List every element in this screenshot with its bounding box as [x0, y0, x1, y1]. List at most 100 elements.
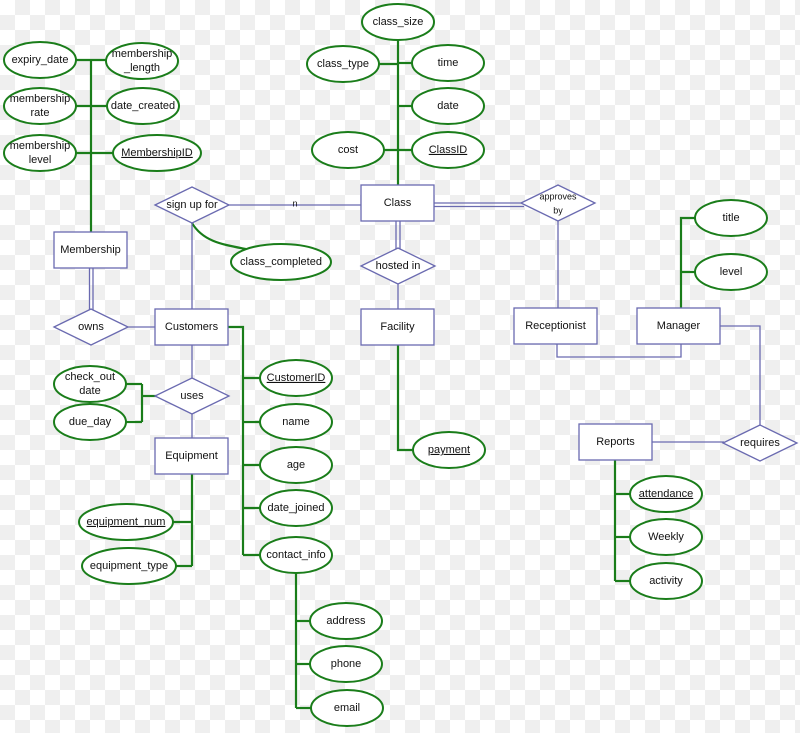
attribute-attendance[interactable]: attendance [629, 475, 703, 513]
attribute-equipment-type[interactable]: equipment_type [81, 547, 177, 585]
label: Class [384, 197, 412, 209]
label: class_completed [240, 256, 322, 268]
label: due_day [69, 416, 112, 428]
relationship-approves-by[interactable]: approves by [519, 184, 597, 222]
label: Receptionist [525, 320, 586, 332]
label: date_joined [268, 502, 325, 514]
attribute-membership-id[interactable]: MembershipID [112, 134, 202, 172]
label: payment [428, 444, 470, 456]
label: requires [740, 437, 780, 449]
label: contact_info [266, 549, 325, 561]
label: date [437, 100, 458, 112]
entity-reports[interactable]: Reports [578, 423, 653, 461]
label: uses [180, 390, 204, 402]
label: membership [10, 93, 71, 105]
nodes: n Membership Customers Class Facility Equipme… [3, 3, 799, 727]
label: Membership [60, 244, 121, 256]
attribute-connector [396, 345, 413, 452]
attribute-level[interactable]: level [694, 253, 768, 291]
label: email [334, 702, 360, 714]
relationship-connector [556, 344, 682, 358]
attribute-weekly[interactable]: Weekly [629, 518, 703, 556]
entity-facility[interactable]: Facility [360, 308, 435, 346]
entity-membership[interactable]: Membership [53, 231, 128, 269]
label: CustomerID [267, 372, 326, 384]
relationship-sign-up-for[interactable]: sign up for [153, 186, 231, 224]
label: by [553, 205, 563, 215]
label: MembershipID [121, 147, 193, 159]
attribute-connector [679, 216, 695, 308]
label: name [282, 416, 310, 428]
attribute-class-id[interactable]: ClassID [411, 131, 485, 169]
relationship-hosted-in[interactable]: hosted in [359, 247, 437, 285]
attribute-customer-id[interactable]: CustomerID [259, 359, 333, 397]
label: Manager [657, 320, 701, 332]
label: expiry_date [12, 54, 69, 66]
label: activity [649, 575, 683, 587]
relationship-connector [720, 325, 761, 425]
attribute-phone[interactable]: phone [309, 645, 383, 683]
attribute-date-created[interactable]: date_created [106, 87, 180, 125]
label: level [720, 266, 743, 278]
attribute-class-completed[interactable]: class_completed [230, 243, 332, 281]
attribute-address[interactable]: address [309, 602, 383, 640]
label: Weekly [648, 531, 684, 543]
label: title [722, 212, 739, 224]
label: Facility [380, 321, 415, 333]
label: time [438, 57, 459, 69]
label: Reports [596, 436, 635, 448]
attribute-activity[interactable]: activity [629, 562, 703, 600]
label: class_size [373, 16, 424, 28]
attribute-connector [228, 325, 245, 555]
entity-customers[interactable]: Customers [154, 308, 229, 346]
label: date [79, 385, 100, 397]
attribute-title[interactable]: title [694, 199, 768, 237]
label: phone [331, 658, 362, 670]
attribute-check-out-date[interactable]: check_outdate [53, 365, 127, 403]
attribute-name[interactable]: name [259, 403, 333, 441]
attribute-class-type[interactable]: class_type [306, 45, 380, 83]
attribute-age[interactable]: age [259, 446, 333, 484]
attribute-date[interactable]: date [411, 87, 485, 125]
attribute-membership-length[interactable]: membership _length [105, 42, 179, 80]
label: sign up for [166, 199, 218, 211]
label: rate [31, 107, 50, 119]
label: owns [78, 321, 104, 333]
entity-equipment[interactable]: Equipment [154, 437, 229, 475]
cardinality-label: n [292, 198, 297, 208]
attribute-due-day[interactable]: due_day [53, 403, 127, 441]
attribute-email[interactable]: email [310, 689, 384, 727]
label: hosted in [376, 260, 421, 272]
label: cost [338, 144, 358, 156]
attribute-time[interactable]: time [411, 44, 485, 82]
label: attendance [639, 488, 693, 500]
attribute-membership-rate[interactable]: membership rate [3, 87, 77, 125]
attribute-class-size[interactable]: class_size [361, 3, 435, 41]
label: approves [539, 191, 577, 201]
label: level [29, 154, 52, 166]
label: date_created [111, 100, 175, 112]
relationship-uses[interactable]: uses [153, 377, 231, 415]
label: equipment_num [87, 516, 166, 528]
label: ClassID [429, 144, 468, 156]
entity-class[interactable]: Class [360, 184, 435, 222]
attribute-contact-info[interactable]: contact_info [259, 536, 333, 574]
relationship-owns[interactable]: owns [52, 308, 130, 346]
entity-receptionist[interactable]: Receptionist [513, 307, 598, 345]
label: age [287, 459, 305, 471]
entity-manager[interactable]: Manager [636, 307, 721, 345]
attribute-expiry-date[interactable]: expiry_date [3, 41, 77, 79]
label: membership [10, 140, 71, 152]
label: class_type [317, 58, 369, 70]
label: Customers [165, 321, 219, 333]
relationship-requires[interactable]: requires [721, 424, 799, 462]
label: check_out [65, 371, 115, 383]
attribute-payment[interactable]: payment [412, 431, 486, 469]
attribute-equipment-num[interactable]: equipment_num [78, 503, 174, 541]
label: membership [112, 48, 173, 60]
attribute-membership-level[interactable]: membership level [3, 134, 77, 172]
label: Equipment [165, 450, 218, 462]
attribute-date-joined[interactable]: date_joined [259, 489, 333, 527]
label: _length [123, 62, 160, 74]
attribute-cost[interactable]: cost [311, 131, 385, 169]
